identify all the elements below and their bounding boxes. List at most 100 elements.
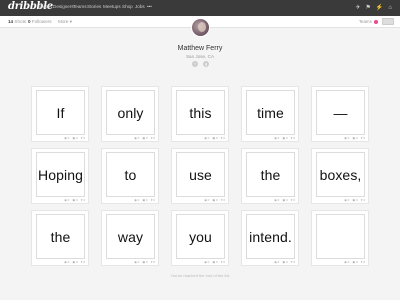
shot-comments: ▣ 0 [212, 198, 218, 202]
shot-card[interactable]: this ◉ 0 ▣ 0 ♥ 0 [171, 86, 229, 142]
more-dropdown[interactable]: More ▾ [58, 19, 72, 25]
shot-thumbnail[interactable]: the [36, 214, 85, 259]
followers-stat[interactable]: 0 Followers [28, 19, 52, 24]
shot-thumbnail[interactable]: — [316, 90, 365, 135]
shot-views: ◉ 0 [134, 260, 140, 264]
shot-word: the [260, 166, 281, 183]
shot-word: — [333, 104, 348, 121]
shot-word: If [56, 104, 65, 121]
avatar[interactable] [191, 18, 210, 37]
main-nav: Shots Designers Teams Stories Meetups Sh… [38, 4, 157, 9]
nav-item-jobs[interactable]: Jobs [135, 4, 147, 9]
shot-likes: ♥ 0 [220, 198, 225, 202]
shot-views: ◉ 0 [134, 198, 140, 202]
shot-stats: ◉ 0 ▣ 0 ♥ 0 [64, 260, 85, 264]
activity-icon[interactable]: ⚡ [376, 3, 383, 13]
shot-views: ◉ 0 [344, 198, 350, 202]
shot-views: ◉ 0 [64, 198, 70, 202]
shot-views: ◉ 0 [134, 136, 140, 140]
shot-views: ◉ 0 [274, 260, 280, 264]
shot-comments: ▣ 0 [72, 198, 78, 202]
shot-card[interactable]: the ◉ 0 ▣ 0 ♥ 0 [31, 210, 89, 266]
github-icon[interactable]: g [203, 61, 209, 67]
shot-likes: ♥ 0 [80, 136, 85, 140]
shot-likes: ♥ 0 [150, 198, 155, 202]
shot-likes: ♥ 0 [150, 260, 155, 264]
profile-location: San Jose, CA [185, 54, 215, 59]
shot-card[interactable]: way ◉ 0 ▣ 0 ♥ 0 [101, 210, 159, 266]
shot-card[interactable]: use ◉ 0 ▣ 0 ♥ 0 [171, 148, 229, 204]
shot-card[interactable]: If ◉ 0 ▣ 0 ♥ 0 [31, 86, 89, 142]
shot-word: the [50, 228, 71, 245]
shot-card[interactable]: ◉ 0 ▣ 0 ♥ 0 [311, 210, 369, 266]
shot-views: ◉ 0 [274, 136, 280, 140]
shot-comments: ▣ 0 [282, 260, 288, 264]
shot-thumbnail[interactable]: way [106, 214, 155, 259]
shot-word: you [189, 228, 212, 245]
shot-likes: ♥ 0 [360, 198, 365, 202]
shot-thumbnail[interactable]: boxes, [316, 152, 365, 197]
shot-likes: ♥ 0 [80, 198, 85, 202]
shot-card[interactable]: Hoping ◉ 0 ▣ 0 ♥ 0 [31, 148, 89, 204]
shot-stats: ◉ 0 ▣ 0 ♥ 0 [274, 198, 295, 202]
shot-comments: ▣ 0 [212, 136, 218, 140]
home-icon[interactable]: ⌂ [388, 3, 392, 13]
shot-card[interactable]: the ◉ 0 ▣ 0 ♥ 0 [241, 148, 299, 204]
shot-stats: ◉ 0 ▣ 0 ♥ 0 [204, 136, 225, 140]
shot-thumbnail[interactable]: If [36, 90, 85, 135]
shot-thumbnail[interactable]: the [246, 152, 295, 197]
shot-card[interactable]: intend. ◉ 0 ▣ 0 ♥ 0 [241, 210, 299, 266]
shot-word: way [117, 228, 144, 245]
shot-thumbnail[interactable]: intend. [246, 214, 295, 259]
nav-item-shots[interactable]: Shots [38, 4, 53, 9]
shot-stats: ◉ 0 ▣ 0 ♥ 0 [134, 136, 155, 140]
shot-card[interactable]: you ◉ 0 ▣ 0 ♥ 0 [171, 210, 229, 266]
shot-word: intend. [249, 228, 292, 245]
shot-thumbnail[interactable]: Hoping [36, 152, 85, 197]
shot-thumbnail[interactable]: only [106, 90, 155, 135]
shot-card[interactable]: — ◉ 0 ▣ 0 ♥ 0 [311, 86, 369, 142]
shots-stat[interactable]: 14 Shots [8, 19, 26, 24]
nav-item-designers[interactable]: Designers [53, 4, 74, 9]
shot-stats: ◉ 0 ▣ 0 ♥ 0 [134, 198, 155, 202]
shot-likes: ♥ 0 [150, 136, 155, 140]
teams-dot-icon [374, 19, 378, 24]
shot-word: only [117, 104, 144, 121]
shot-likes: ♥ 0 [360, 136, 365, 140]
shot-thumbnail[interactable]: this [176, 90, 225, 135]
nav-item-shop[interactable]: Shop [122, 4, 135, 9]
shot-thumbnail[interactable]: you [176, 214, 225, 259]
shot-likes: ♥ 0 [360, 260, 365, 264]
shot-card[interactable]: to ◉ 0 ▣ 0 ♥ 0 [101, 148, 159, 204]
end-of-list-note: You've reached the end of the list [170, 273, 230, 278]
shot-word: boxes, [319, 166, 362, 183]
teams-link[interactable]: Teams [359, 19, 378, 24]
flag-icon[interactable]: ⚑ [366, 3, 371, 13]
shot-card[interactable]: only ◉ 0 ▣ 0 ♥ 0 [101, 86, 159, 142]
airplane-icon[interactable]: ✈ [355, 3, 360, 13]
shot-word: use [189, 166, 212, 183]
shot-comments: ▣ 0 [352, 260, 358, 264]
nav-item-stories[interactable]: Stories [87, 4, 103, 9]
shot-comments: ▣ 0 [352, 136, 358, 140]
shot-likes: ♥ 0 [80, 260, 85, 264]
nav-item-meetups[interactable]: Meetups [103, 4, 122, 9]
twitter-icon[interactable]: t [192, 61, 198, 67]
shot-thumbnail[interactable]: use [176, 152, 225, 197]
shot-word: Hoping [38, 166, 83, 183]
nav-item-teams[interactable]: Teams [73, 4, 87, 9]
shot-card[interactable]: time ◉ 0 ▣ 0 ♥ 0 [241, 86, 299, 142]
shot-comments: ▣ 0 [352, 198, 358, 202]
shot-views: ◉ 0 [274, 198, 280, 202]
nav-item-more[interactable]: ••• [147, 4, 157, 9]
language-flag-icon[interactable] [382, 18, 394, 25]
shot-comments: ▣ 0 [142, 260, 148, 264]
shot-views: ◉ 0 [204, 260, 210, 264]
shot-stats: ◉ 0 ▣ 0 ♥ 0 [204, 260, 225, 264]
shot-stats: ◉ 0 ▣ 0 ♥ 0 [344, 260, 365, 264]
shot-thumbnail[interactable] [316, 214, 365, 259]
shot-stats: ◉ 0 ▣ 0 ♥ 0 [134, 260, 155, 264]
shot-thumbnail[interactable]: to [106, 152, 155, 197]
shot-card[interactable]: boxes, ◉ 0 ▣ 0 ♥ 0 [311, 148, 369, 204]
shot-thumbnail[interactable]: time [246, 90, 295, 135]
